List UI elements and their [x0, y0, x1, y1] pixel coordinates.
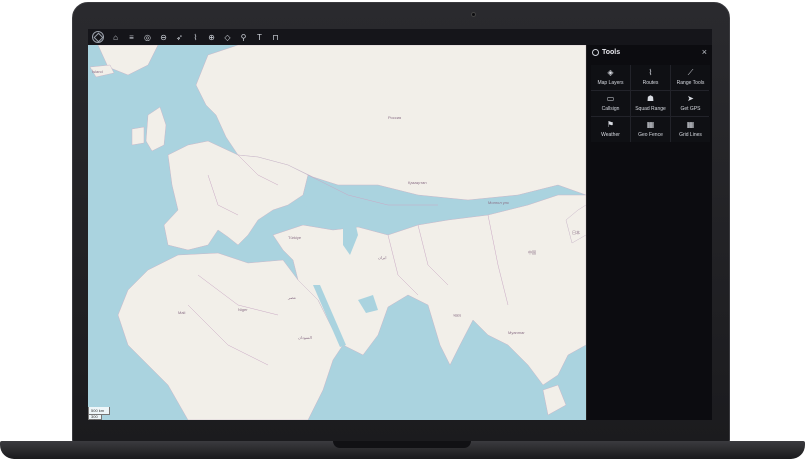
route-icon[interactable]: ⌇	[191, 33, 200, 42]
tools-panel-title: Tools	[602, 49, 621, 56]
map-canvas[interactable]: Ísland Россия Қазақстан Монгол улс 中国 日本…	[88, 45, 586, 420]
map-label: Россия	[388, 115, 402, 120]
search-icon[interactable]: ⚲	[239, 33, 248, 42]
tool-get-gps[interactable]: ➤ Get GPS	[671, 91, 710, 116]
app-screen: ⌂ ≡ ◎ ⊖ ➶ ⌇ ⊕ ◇ ⚲ T ⊓ Ísland Россия Қаза…	[88, 29, 712, 420]
ruler-icon: ⟋	[687, 68, 694, 77]
tool-range-tools[interactable]: ⟋ Range Tools	[671, 65, 710, 90]
map-label: مصر	[288, 295, 296, 300]
tool-label: Get GPS	[680, 106, 701, 112]
gear-icon	[592, 49, 599, 56]
minus-circle-icon[interactable]: ⊖	[159, 33, 168, 42]
map-label: Myanmar	[508, 330, 525, 335]
tool-routes[interactable]: ⌇ Routes	[631, 65, 670, 90]
tool-squad-range[interactable]: ☗ Squad Range	[631, 91, 670, 116]
tool-label: Geo Fence	[638, 132, 663, 138]
routes-icon: ⌇	[648, 68, 653, 77]
tool-label: Squad Range	[635, 106, 666, 112]
map-label: 日本	[572, 230, 580, 235]
grid-icon: ▦	[686, 120, 695, 129]
webcam	[471, 12, 476, 17]
home-icon[interactable]: ⌂	[111, 33, 120, 42]
tool-label: Map Layers	[597, 80, 624, 86]
tools-panel-header: Tools ×	[587, 45, 712, 60]
map-scale-secondary: 300 mi	[88, 415, 102, 420]
layers-icon: ◈	[607, 68, 614, 77]
app-logo-icon[interactable]	[92, 31, 104, 43]
map-land-svg	[89, 45, 586, 420]
tool-label: Routes	[642, 80, 659, 86]
tool-label: Range Tools	[676, 80, 705, 86]
tool-callsign[interactable]: ▭ Callsign	[591, 91, 630, 116]
gps-icon: ➤	[687, 94, 694, 103]
map-label: Ísland	[92, 69, 103, 74]
squad-icon: ☗	[646, 94, 655, 103]
lock-icon[interactable]: ⊓	[271, 33, 280, 42]
tool-map-layers[interactable]: ◈ Map Layers	[591, 65, 630, 90]
laptop-notch	[333, 441, 471, 448]
map-label: 中国	[528, 250, 536, 255]
map-label: भारत	[453, 313, 461, 318]
callsign-icon: ▭	[606, 94, 615, 103]
tool-label: Weather	[601, 132, 620, 138]
pointer-icon[interactable]: ➶	[175, 33, 184, 42]
close-icon[interactable]: ×	[702, 48, 707, 57]
top-toolbar: ⌂ ≡ ◎ ⊖ ➶ ⌇ ⊕ ◇ ⚲ T ⊓	[88, 29, 712, 45]
tool-geo-fence[interactable]: ▦ Geo Fence	[631, 117, 670, 142]
map-label: Niger	[238, 307, 248, 312]
tool-weather[interactable]: ⚑ Weather	[591, 117, 630, 142]
tools-grid: ◈ Map Layers ⌇ Routes ⟋ Range Tools ▭ Ca…	[591, 65, 710, 142]
tool-label: Grid Lines	[679, 132, 702, 138]
flag-icon: ⚑	[606, 120, 615, 129]
map-label: Монгол улс	[488, 200, 510, 205]
crosshair-icon[interactable]: ⊕	[207, 33, 216, 42]
map-label: السودان	[298, 335, 312, 340]
target-icon[interactable]: ◎	[143, 33, 152, 42]
map-label: Türkiye	[288, 235, 302, 240]
tool-label: Callsign	[601, 106, 620, 112]
map-label: ایران	[378, 255, 387, 260]
tools-panel: Tools × ◈ Map Layers ⌇ Routes ⟋ Range To…	[586, 45, 712, 420]
diamond-icon[interactable]: ◇	[223, 33, 232, 42]
map-label: Қазақстан	[408, 180, 427, 185]
geofence-icon: ▦	[646, 120, 655, 129]
tool-grid-lines[interactable]: ▦ Grid Lines	[671, 117, 710, 142]
text-icon[interactable]: T	[255, 33, 264, 42]
menu-icon[interactable]: ≡	[127, 33, 136, 42]
map-label: Mali	[178, 310, 186, 315]
